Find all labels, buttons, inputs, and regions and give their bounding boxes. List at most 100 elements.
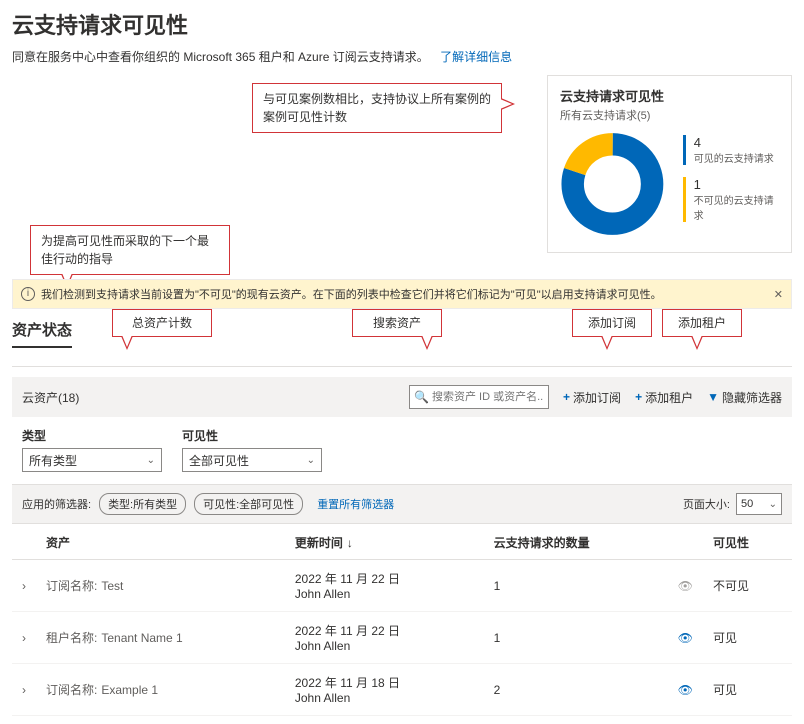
sort-down-icon: ↓ bbox=[347, 536, 353, 550]
callout-tail-icon bbox=[501, 98, 515, 110]
visibility-value: 可见 bbox=[703, 612, 792, 664]
updated-date: 2022 年 11 月 18 日 bbox=[295, 674, 474, 691]
banner-text: 我们检测到支持请求当前设置为"不可见"的现有云资产。在下面的列表中检查它们并将它… bbox=[41, 286, 662, 302]
callout-tail-icon bbox=[121, 336, 133, 350]
callout-tail-icon bbox=[691, 336, 703, 350]
select-value: 50 bbox=[741, 498, 753, 510]
legend-label: 可见的云支持请求 bbox=[694, 150, 774, 165]
legend-item: 1 不可见的云支持请求 bbox=[683, 177, 779, 222]
filter-icon: ▼ bbox=[707, 390, 719, 404]
subtitle-text: 同意在服务中心中查看你组织的 Microsoft 365 租户和 Azure 订… bbox=[12, 50, 429, 64]
page-title: 云支持请求可见性 bbox=[12, 8, 792, 40]
chevron-right-icon: › bbox=[22, 579, 26, 593]
plus-icon: + bbox=[563, 390, 570, 404]
eye-off-icon[interactable]: 👁 bbox=[678, 579, 693, 593]
updated-by: John Allen bbox=[295, 587, 474, 601]
table-row[interactable]: › 订阅名称: Example 1 2022 年 11 月 18 日John Alle… bbox=[12, 664, 792, 716]
page-size-label: 页面大小: bbox=[683, 496, 730, 512]
callout-visibility-count: 与可见案例数相比，支持协议上所有案例的案例可见性计数 bbox=[252, 83, 502, 133]
visibility-card: 云支持请求可见性 所有云支持请求(5) 4 可见的云支持请求 bbox=[547, 75, 792, 253]
info-banner: i 我们检测到支持请求当前设置为"不可见"的现有云资产。在下面的列表中检查它们并… bbox=[12, 279, 792, 309]
request-count: 1 bbox=[484, 612, 668, 664]
updated-date: 2022 年 11 月 22 日 bbox=[295, 570, 474, 587]
assets-table: 资产 更新时间 ↓ 云支持请求的数量 可见性 › 订阅名称: Test 2022 年 1… bbox=[12, 524, 792, 716]
callout-text: 为提高可见性而采取的下一个最佳行动的指导 bbox=[41, 234, 209, 266]
asset-type-label: 订阅名称: bbox=[46, 579, 97, 593]
asset-name: Test bbox=[101, 579, 123, 593]
filter-row: 类型 所有类型 ⌄ 可见性 全部可见性 ⌄ bbox=[12, 417, 792, 484]
asset-type-label: 订阅名称: bbox=[46, 683, 97, 697]
request-count: 2 bbox=[484, 664, 668, 716]
filter-chip-type[interactable]: 类型:所有类型 bbox=[99, 493, 186, 515]
request-count: 1 bbox=[484, 560, 668, 612]
button-label: 隐藏筛选器 bbox=[722, 389, 782, 406]
chevron-down-icon: ⌄ bbox=[769, 499, 777, 510]
callout-text: 添加租户 bbox=[678, 316, 726, 330]
card-subtitle: 所有云支持请求(5) bbox=[560, 107, 779, 123]
add-tenant-button[interactable]: + 添加租户 bbox=[635, 389, 693, 406]
chevron-down-icon: ⌄ bbox=[147, 455, 155, 466]
callout-tail-icon bbox=[421, 336, 433, 350]
filter-visibility-select[interactable]: 全部可见性 ⌄ bbox=[182, 448, 322, 472]
assets-toolbar: 云资产(18) 🔍 + 添加订阅 + 添加租户 ▼ 隐藏筛选器 bbox=[12, 377, 792, 417]
hide-filters-button[interactable]: ▼ 隐藏筛选器 bbox=[707, 389, 782, 406]
legend-color-icon bbox=[683, 135, 686, 165]
select-value: 所有类型 bbox=[29, 452, 77, 469]
callout-search-assets: 搜索资产 bbox=[352, 309, 442, 337]
page-subtitle: 同意在服务中心中查看你组织的 Microsoft 365 租户和 Azure 订… bbox=[12, 48, 792, 65]
legend-value: 4 bbox=[694, 135, 774, 150]
legend-item: 4 可见的云支持请求 bbox=[683, 135, 779, 165]
close-icon[interactable]: ✕ bbox=[774, 288, 783, 301]
chevron-down-icon: ⌄ bbox=[307, 455, 315, 466]
page-size-select[interactable]: 50 ⌄ bbox=[736, 493, 782, 515]
updated-by: John Allen bbox=[295, 691, 474, 705]
reset-filters-link[interactable]: 重置所有筛选器 bbox=[317, 496, 394, 512]
button-label: 添加租户 bbox=[645, 389, 693, 406]
add-subscription-button[interactable]: + 添加订阅 bbox=[563, 389, 621, 406]
table-row[interactable]: › 订阅名称: Test 2022 年 11 月 22 日John Allen 1 👁 不可… bbox=[12, 560, 792, 612]
search-input-wrapper[interactable]: 🔍 bbox=[409, 385, 549, 409]
chevron-right-icon: › bbox=[22, 631, 26, 645]
chart-legend: 4 可见的云支持请求 1 不可见的云支持请求 bbox=[683, 135, 779, 234]
eye-icon[interactable]: 👁 bbox=[678, 683, 693, 697]
legend-label: 不可见的云支持请求 bbox=[694, 192, 779, 222]
col-visibility[interactable]: 可见性 bbox=[703, 524, 792, 560]
legend-value: 1 bbox=[694, 177, 779, 192]
applied-label: 应用的筛选器: bbox=[22, 496, 91, 512]
learn-more-link[interactable]: 了解详细信息 bbox=[440, 50, 512, 64]
filter-type-label: 类型 bbox=[22, 427, 162, 444]
callout-tail-icon bbox=[601, 336, 613, 350]
visibility-value: 不可见 bbox=[703, 560, 792, 612]
chevron-right-icon: › bbox=[22, 683, 26, 697]
callout-text: 与可见案例数相比，支持协议上所有案例的案例可见性计数 bbox=[263, 92, 491, 124]
section-title: 资产状态 bbox=[12, 319, 72, 348]
callout-text: 总资产计数 bbox=[132, 316, 192, 330]
donut-chart-icon bbox=[560, 129, 665, 239]
info-icon: i bbox=[21, 287, 35, 301]
updated-by: John Allen bbox=[295, 639, 474, 653]
plus-icon: + bbox=[635, 390, 642, 404]
select-value: 全部可见性 bbox=[189, 452, 249, 469]
col-updated[interactable]: 更新时间 ↓ bbox=[285, 524, 484, 560]
filter-chip-visibility[interactable]: 可见性:全部可见性 bbox=[194, 493, 303, 515]
callout-add-tenant: 添加租户 bbox=[662, 309, 742, 337]
card-title: 云支持请求可见性 bbox=[560, 86, 779, 105]
callout-text: 搜索资产 bbox=[373, 316, 421, 330]
callout-total-assets: 总资产计数 bbox=[112, 309, 212, 337]
table-row[interactable]: ›租户名称:Tenant Name 12022 年 11 月 22 日John … bbox=[12, 612, 792, 664]
asset-type-label: 租户名称: bbox=[46, 631, 97, 645]
col-asset[interactable]: 资产 bbox=[36, 524, 285, 560]
assets-count-label: 云资产(18) bbox=[22, 389, 79, 406]
visibility-value: 可见 bbox=[703, 664, 792, 716]
asset-name: Tenant Name 1 bbox=[101, 631, 182, 645]
col-label: 更新时间 bbox=[295, 536, 343, 550]
search-icon: 🔍 bbox=[414, 390, 429, 404]
col-count[interactable]: 云支持请求的数量 bbox=[484, 524, 668, 560]
legend-color-icon bbox=[683, 177, 686, 222]
callout-add-subscription: 添加订阅 bbox=[572, 309, 652, 337]
callout-text: 添加订阅 bbox=[588, 316, 636, 330]
search-input[interactable] bbox=[432, 391, 544, 403]
asset-name: Example 1 bbox=[101, 683, 158, 697]
eye-icon[interactable]: 👁 bbox=[678, 631, 693, 645]
filter-type-select[interactable]: 所有类型 ⌄ bbox=[22, 448, 162, 472]
